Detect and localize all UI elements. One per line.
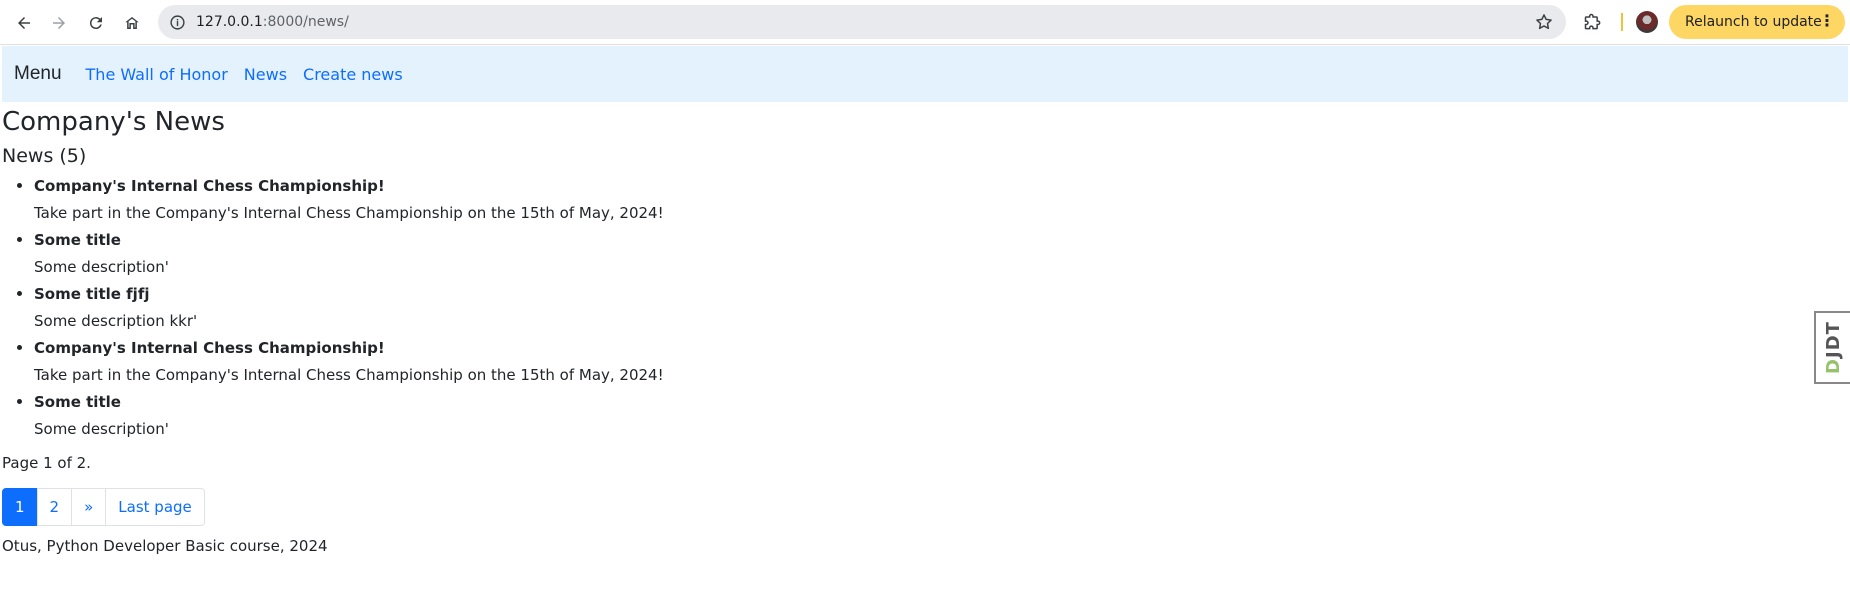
back-button[interactable] — [9, 8, 39, 38]
main-content: Company's News News (5) Company's Intern… — [2, 102, 1802, 557]
relaunch-label: Relaunch to update — [1685, 14, 1822, 30]
news-description: Some description' — [34, 258, 169, 276]
url-path: :8000/news/ — [262, 14, 349, 30]
debug-toolbar-handle[interactable]: DJDT — [1814, 311, 1850, 384]
extensions-puzzle-icon[interactable] — [1580, 9, 1606, 35]
djdt-prefix: D — [1822, 357, 1844, 374]
news-description: Some description kkr' — [34, 312, 198, 330]
nav-link-wall-of-honor[interactable]: The Wall of Honor — [86, 65, 228, 84]
news-description: Some description' — [34, 420, 169, 438]
profile-avatar[interactable] — [1636, 11, 1658, 33]
toolbar-divider — [1621, 13, 1623, 31]
forward-button[interactable] — [44, 8, 74, 38]
news-item: Some title Some description' — [34, 227, 1802, 281]
reload-icon — [89, 17, 102, 30]
next-page-link[interactable]: » — [71, 488, 107, 526]
bookmark-star-icon[interactable] — [1534, 12, 1554, 32]
news-count-heading: News (5) — [2, 145, 87, 167]
news-description: Take part in the Company's Internal Ches… — [34, 366, 664, 384]
navbar-brand[interactable]: Menu — [14, 63, 62, 85]
news-title: Some title fjfj — [34, 285, 150, 303]
last-page-link[interactable]: Last page — [105, 488, 205, 526]
site-info-icon[interactable] — [166, 11, 188, 33]
page-2-link[interactable]: 2 — [36, 488, 73, 526]
page-1-button[interactable]: 1 — [2, 488, 38, 526]
nav-link-news[interactable]: News — [244, 65, 287, 84]
news-list: Company's Internal Chess Championship! T… — [34, 173, 1802, 443]
news-item: Company's Internal Chess Championship! T… — [34, 335, 1802, 389]
url-host: 127.0.0.1 — [196, 14, 263, 30]
address-bar[interactable]: 127.0.0.1:8000/news/ — [158, 5, 1566, 39]
news-item: Some title Some description' — [34, 389, 1802, 443]
reload-button[interactable] — [81, 8, 111, 38]
arrow-right-icon — [53, 17, 65, 29]
news-item: Company's Internal Chess Championship! T… — [34, 173, 1802, 227]
footer-text: Otus, Python Developer Basic course, 202… — [2, 537, 328, 555]
site-navbar: Menu The Wall of Honor News Create news — [2, 46, 1848, 102]
news-item: Some title fjfj Some description kkr' — [34, 281, 1802, 335]
more-menu-icon[interactable]: ⋮ — [1819, 13, 1835, 29]
browser-toolbar: 127.0.0.1:8000/news/ Relaunch to update … — [0, 0, 1850, 45]
pagination: 1 2 » Last page — [2, 488, 1802, 526]
nav-link-create-news[interactable]: Create news — [303, 65, 403, 84]
news-title: Company's Internal Chess Championship! — [34, 339, 385, 357]
news-title: Company's Internal Chess Championship! — [34, 177, 385, 195]
news-description: Take part in the Company's Internal Ches… — [34, 204, 664, 222]
news-title: Some title — [34, 231, 121, 249]
djdt-rest: JDT — [1822, 321, 1844, 358]
url-text: 127.0.0.1:8000/news/ — [196, 14, 349, 30]
arrow-left-icon — [18, 17, 30, 29]
debug-toolbar-label: DJDT — [1823, 321, 1844, 374]
page-info: Page 1 of 2. — [2, 454, 91, 472]
page-title: Company's News — [2, 107, 225, 137]
home-icon — [125, 17, 139, 29]
news-title: Some title — [34, 393, 121, 411]
home-button[interactable] — [117, 8, 147, 38]
relaunch-to-update-button[interactable]: Relaunch to update ⋮ — [1669, 5, 1845, 39]
